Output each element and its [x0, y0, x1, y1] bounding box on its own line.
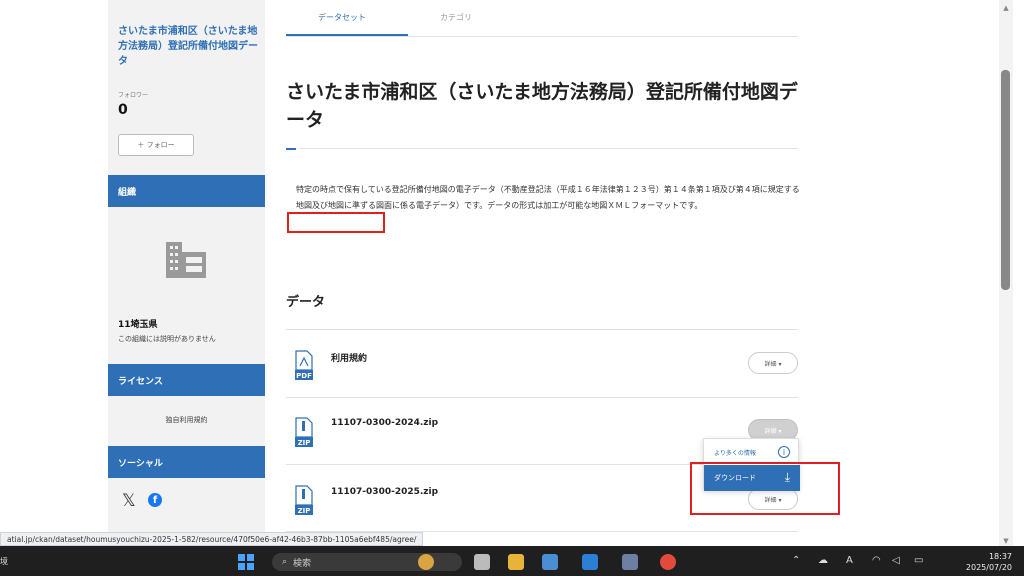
more-info-label: より多くの情報: [714, 449, 756, 457]
sidebar: さいたま市浦和区（さいたま地方法務局）登記所備付地図データ フォロワー 0 ＋ …: [108, 0, 265, 546]
taskbar-left-text: 境: [0, 557, 8, 566]
license-text[interactable]: 独自利用規約: [108, 415, 265, 425]
app-icon[interactable]: [622, 554, 638, 570]
taskbar: 境 ⌕ 検索 ⌃ ☁ A ◠ ◁ ▭ 18:37 2025/07/20: [0, 546, 1024, 576]
resource-divider: [286, 329, 798, 330]
scroll-down-arrow-icon[interactable]: ▼: [999, 537, 1013, 545]
org-description: この組織には説明がありません: [118, 335, 216, 343]
info-icon: i: [778, 446, 790, 458]
browser-page: さいたま市浦和区（さいたま地方法務局）登記所備付地図データ フォロワー 0 ＋ …: [0, 0, 1024, 576]
vscode-icon[interactable]: [582, 554, 598, 570]
status-bar-url: atial.jp/ckan/dataset/houmusyouchizu-202…: [0, 532, 424, 546]
task-view-icon[interactable]: [474, 554, 490, 570]
right-edge: [1013, 0, 1024, 546]
page-title: さいたま市浦和区（さいたま地方法務局）登記所備付地図データ: [286, 81, 798, 131]
building-icon: [166, 242, 206, 278]
clock-date: 2025/07/20: [965, 563, 1012, 572]
highlight-box-xml: [287, 212, 385, 233]
resource-name[interactable]: 11107-0300-2025.zip: [331, 487, 438, 497]
resource-name[interactable]: 利用規約: [331, 351, 367, 364]
cloud-icon[interactable]: ☁: [818, 555, 828, 566]
left-edge: [0, 0, 8, 546]
clock[interactable]: 18:37 2025/07/20: [962, 551, 1012, 573]
wifi-icon[interactable]: ◠: [872, 555, 881, 566]
highlight-box-download: [690, 462, 840, 515]
search-icon: ⌕: [282, 557, 288, 567]
zip-file-icon: ZIP: [295, 485, 313, 515]
license-heading: ライセンス: [108, 364, 265, 396]
org-name[interactable]: 11埼玉県: [118, 317, 158, 330]
x-icon[interactable]: 𝕏: [122, 491, 136, 511]
weather-icon[interactable]: [418, 554, 434, 570]
sidebar-dataset-title[interactable]: さいたま市浦和区（さいたま地方法務局）登記所備付地図データ: [118, 24, 258, 69]
volume-icon[interactable]: ◁: [892, 555, 900, 566]
tab-dataset[interactable]: データセット: [318, 12, 366, 23]
svg-text:ZIP: ZIP: [298, 439, 311, 447]
detail-button[interactable]: 詳細 ▾: [748, 352, 798, 374]
ime-icon[interactable]: A: [846, 555, 853, 566]
clock-time: 18:37: [988, 552, 1012, 561]
battery-icon[interactable]: ▭: [914, 555, 923, 566]
dataset-description: 特定の時点で保有している登記所備付地図の電子データ（不動産登記法（平成１６年法律…: [296, 185, 800, 210]
tray-chevron-icon[interactable]: ⌃: [792, 555, 800, 566]
file-explorer-icon[interactable]: [508, 554, 524, 570]
org-heading: 組織: [108, 175, 265, 207]
search-placeholder: 検索: [293, 558, 312, 569]
resource-divider: [286, 397, 798, 398]
pdf-file-icon: PDF: [295, 350, 313, 380]
store-icon[interactable]: [542, 554, 558, 570]
scrollbar-thumb[interactable]: [1001, 70, 1010, 290]
social-heading: ソーシャル: [108, 446, 265, 478]
data-section-heading: データ: [286, 295, 326, 310]
follower-count: 0: [118, 102, 128, 118]
tab-divider: [286, 36, 798, 37]
tab-category[interactable]: カテゴリ: [440, 12, 472, 23]
title-divider: [300, 148, 798, 149]
title-accent-bar: [286, 148, 296, 150]
zip-file-icon: ZIP: [295, 417, 313, 447]
resource-name[interactable]: 11107-0300-2024.zip: [331, 418, 438, 428]
windows-start-icon[interactable]: [238, 554, 254, 570]
facebook-icon[interactable]: f: [148, 493, 162, 507]
follow-button[interactable]: ＋ フォロー: [118, 134, 194, 156]
scroll-up-arrow-icon[interactable]: ▲: [999, 4, 1013, 12]
svg-text:PDF: PDF: [296, 372, 312, 380]
follower-label: フォロワー: [118, 92, 149, 99]
chrome-icon[interactable]: [660, 554, 676, 570]
svg-text:ZIP: ZIP: [298, 507, 311, 515]
